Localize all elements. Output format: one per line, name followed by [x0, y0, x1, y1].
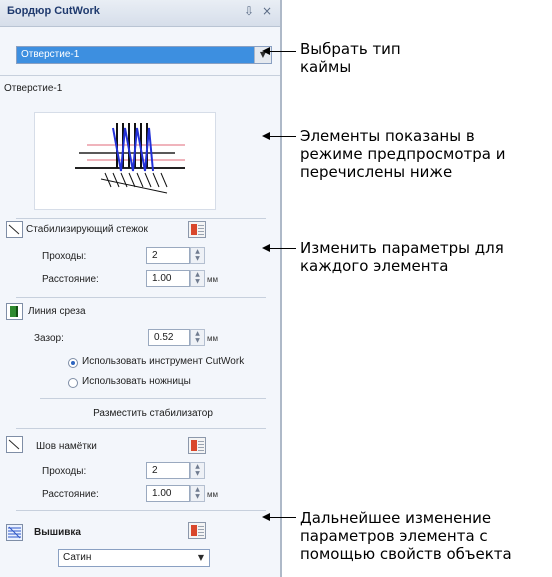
embroidery-properties-button[interactable] — [188, 522, 206, 539]
stabilizer-passes-field[interactable]: 2 — [146, 247, 190, 264]
panel-titlebar: Бордюр CutWork ⇩ × — [0, 0, 280, 27]
radio-use-scissors[interactable] — [68, 378, 78, 388]
annotation-line: каймы — [300, 58, 352, 76]
divider — [0, 75, 280, 76]
stabilizer-passes-label: Проходы: — [42, 251, 87, 262]
tackdown-distance-field[interactable]: 1.00 — [146, 485, 190, 502]
chevron-down-icon[interactable]: ▼ — [193, 550, 209, 566]
annotation-line: перечислены ниже — [300, 163, 453, 181]
preview-area — [34, 112, 216, 210]
annotation-line: Выбрать тип — [300, 40, 401, 58]
tackdown-distance-label: Расстояние: — [42, 489, 99, 500]
embroidery-type-select-value: Сатин — [63, 552, 92, 563]
divider — [16, 218, 266, 219]
annotation-line: помощью свойств объекта — [300, 545, 512, 563]
tackdown-passes-field[interactable]: 2 — [146, 462, 190, 479]
annotation-further-change: Дальнейшее изменение параметров элемента… — [300, 509, 512, 563]
tackdown-passes-label: Проходы: — [42, 466, 87, 477]
place-stabilizer-button[interactable]: Разместить стабилизатор — [40, 408, 266, 419]
cut-line-icon — [6, 303, 23, 320]
divider — [40, 398, 266, 399]
annotation-line: Изменить параметры для — [300, 239, 504, 257]
cut-line-gap-unit: мм — [207, 334, 218, 343]
stabilizer-distance-label: Расстояние: — [42, 274, 99, 285]
embroidery-icon — [6, 524, 23, 541]
annotation-arrow-line — [268, 248, 296, 249]
cut-line-gap-label: Зазор: — [34, 333, 64, 344]
border-type-select-value: Отверстие-1 — [21, 49, 80, 60]
embroidery-label: Вышивка — [34, 527, 81, 538]
annotation-arrow-line — [268, 136, 296, 137]
close-icon[interactable]: × — [262, 4, 272, 18]
section-label: Отверстие-1 — [4, 83, 63, 94]
tackdown-stitch-icon — [6, 436, 23, 453]
annotation-line: режиме предпросмотра и — [300, 145, 506, 163]
annotation-line: Дальнейшее изменение — [300, 509, 492, 527]
embroidery-type-select[interactable]: Сатин ▼ — [58, 549, 210, 567]
divider — [16, 428, 266, 429]
cut-line-gap-field[interactable]: 0.52 — [148, 329, 190, 346]
stabilizer-distance-stepper[interactable]: ▲ ▼ — [190, 270, 205, 287]
stabilizer-stitch-label: Стабилизирующий стежок — [26, 224, 148, 235]
annotation-arrow-line — [268, 51, 296, 52]
cut-line-gap-stepper[interactable]: ▲ ▼ — [190, 329, 205, 346]
stabilizer-passes-stepper[interactable]: ▲ ▼ — [190, 247, 205, 264]
radio-use-cutwork-tool-label[interactable]: Использовать инструмент CutWork — [82, 356, 244, 367]
radio-use-cutwork-tool[interactable] — [68, 358, 78, 368]
pin-icon[interactable]: ⇩ — [244, 4, 254, 18]
stabilizer-distance-field[interactable]: 1.00 — [146, 270, 190, 287]
divider — [16, 510, 266, 511]
panel-title: Бордюр CutWork — [7, 5, 100, 17]
tackdown-label: Шов намётки — [36, 441, 97, 452]
tackdown-distance-unit: мм — [207, 490, 218, 499]
annotation-line: параметров элемента с — [300, 527, 488, 545]
cutwork-border-panel: Бордюр CutWork ⇩ × Отверстие-1 ▼ Отверст… — [0, 0, 282, 577]
annotation-choose-type: Выбрать тип каймы — [300, 40, 401, 76]
tackdown-properties-button[interactable] — [188, 437, 206, 454]
tackdown-passes-stepper[interactable]: ▲ ▼ — [190, 462, 205, 479]
stabilizer-stitch-icon — [6, 221, 23, 238]
divider — [16, 297, 266, 298]
annotation-line: каждого элемента — [300, 257, 449, 275]
annotation-line: Элементы показаны в — [300, 127, 475, 145]
annotation-change-params: Изменить параметры для каждого элемента — [300, 239, 504, 275]
annotation-arrow-line — [268, 517, 296, 518]
annotation-preview: Элементы показаны в режиме предпросмотра… — [300, 127, 505, 181]
cut-line-label: Линия среза — [28, 306, 86, 317]
stabilizer-properties-button[interactable] — [188, 221, 206, 238]
stitch-preview-graphic — [75, 123, 185, 194]
border-type-select[interactable]: Отверстие-1 ▼ — [16, 46, 272, 64]
stabilizer-distance-unit: мм — [207, 275, 218, 284]
tackdown-distance-stepper[interactable]: ▲ ▼ — [190, 485, 205, 502]
radio-use-scissors-label[interactable]: Использовать ножницы — [82, 376, 191, 387]
